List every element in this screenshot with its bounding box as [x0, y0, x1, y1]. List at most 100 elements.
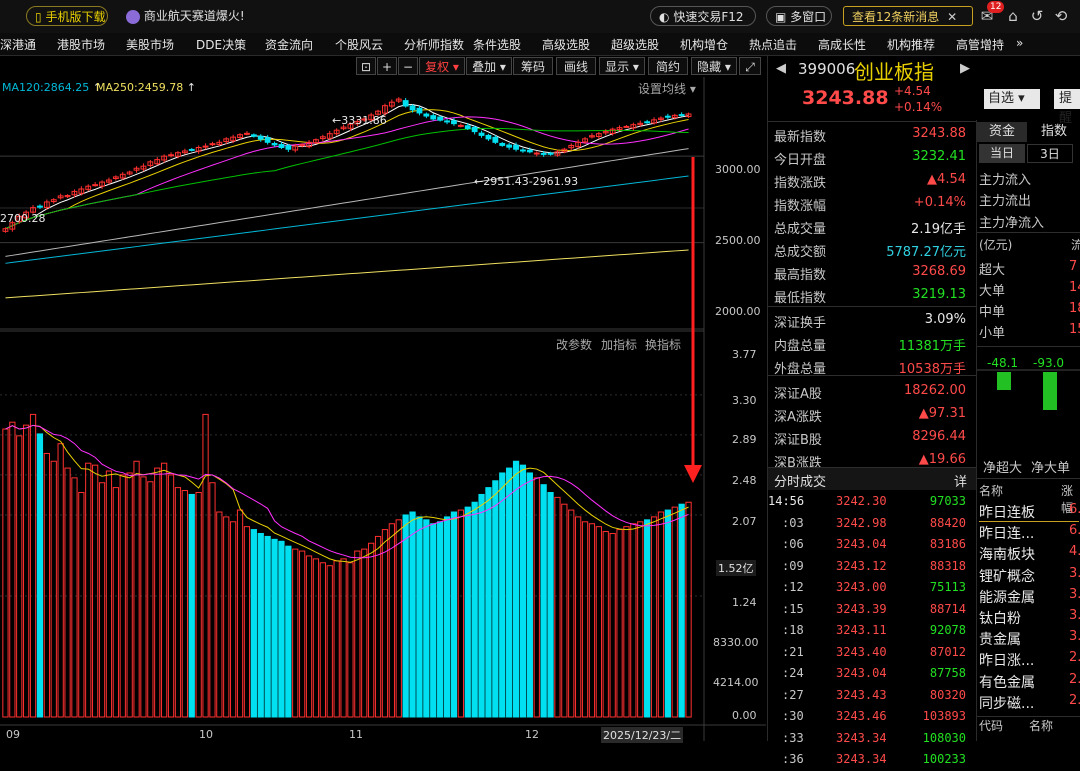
multi-window-button[interactable]: ▣ 多窗口 — [766, 6, 832, 26]
mail-icon[interactable]: ✉ 12 — [978, 1, 1005, 25]
nav-item-2[interactable]: 美股市场 — [126, 36, 174, 53]
next-stock-icon[interactable]: ▶ — [960, 61, 970, 76]
nav-item-4[interactable]: 资金流向 — [265, 36, 313, 53]
nav-item-6[interactable]: 分析师指数 — [404, 36, 464, 53]
tab-3day[interactable]: 3日 — [1027, 144, 1073, 163]
candle-body — [423, 113, 430, 117]
stat-label: 总成交量 — [774, 222, 827, 237]
sector-row[interactable]: 有色金属 2. — [979, 670, 1080, 691]
simple-button[interactable]: 简约 — [648, 57, 688, 75]
tick-row: :30 3243.46 103893 — [768, 706, 972, 728]
volume-bar — [568, 509, 575, 718]
sector-row[interactable]: 昨日连... 6. — [979, 521, 1080, 542]
nav-item-1[interactable]: 港股市场 — [57, 36, 105, 53]
volume-bar — [112, 487, 119, 718]
lock-icon[interactable]: ⊡ — [356, 57, 376, 75]
tick-price: 3243.39 — [836, 601, 887, 616]
tick-price: 3242.98 — [836, 515, 887, 530]
ticks-detail-button[interactable]: 详 — [954, 471, 967, 490]
volume-bar — [437, 521, 444, 718]
nav-item-5[interactable]: 个股风云 — [335, 36, 383, 53]
remind-button[interactable]: 提醒 — [1054, 89, 1080, 126]
volume-bar — [105, 470, 113, 718]
candle-body — [451, 120, 457, 125]
refresh-icon[interactable]: ⟲ — [1052, 7, 1070, 25]
net-super-bar — [997, 372, 1011, 390]
tick-volume: 100233 — [922, 752, 966, 766]
tick-row: :15 3243.39 88714 — [768, 599, 972, 621]
hide-button[interactable]: 隐藏 ▾ — [691, 57, 737, 75]
vol-tick-9: 0.00 — [732, 709, 757, 722]
nav-item-10[interactable]: 机构增仓 — [680, 36, 728, 53]
change-indicator-button[interactable]: 换指标 — [645, 336, 681, 353]
zoom-in-icon[interactable]: + — [377, 57, 397, 75]
sector-row[interactable]: 昨日连板 6. — [979, 500, 1080, 522]
volume-bar — [492, 480, 499, 718]
close-icon[interactable]: ✕ — [947, 10, 957, 24]
volume-bar — [630, 523, 637, 718]
tab-today[interactable]: 当日 — [979, 144, 1025, 163]
ma-settings-button[interactable]: 设置均线 ▾ — [638, 80, 696, 97]
tick-price: 3243.40 — [836, 644, 887, 659]
messages-button[interactable]: 查看12条新消息 ✕ — [843, 6, 973, 26]
tab-fund[interactable]: 资金 — [977, 122, 1027, 142]
flow-size-value: 15 — [1069, 322, 1080, 337]
tab-index[interactable]: 指数 — [1029, 122, 1079, 142]
volume-bar — [195, 491, 202, 718]
tick-price: 3243.00 — [836, 580, 887, 594]
display-button[interactable]: 显示 ▾ — [599, 57, 645, 75]
price-tick-3000: 3000.00 — [715, 163, 761, 176]
fullscreen-icon[interactable]: ⤢ — [739, 57, 761, 75]
sector-row[interactable]: 昨日涨... 2. — [979, 648, 1080, 670]
tick-row: :06 3243.04 83186 — [768, 534, 972, 556]
tick-price: 3243.11 — [836, 623, 887, 637]
nav-item-3[interactable]: DDE决策 — [196, 36, 246, 53]
kline-chart[interactable] — [0, 77, 766, 741]
nav-item-13[interactable]: 机构推荐 — [887, 36, 935, 53]
stat-label: 最低指数 — [774, 291, 827, 306]
volume-bar — [64, 467, 71, 718]
nav-item-0[interactable]: 深港通 — [0, 36, 36, 53]
sector-name: 昨日涨... — [979, 653, 1035, 670]
nav-more-button[interactable]: » — [1016, 36, 1023, 50]
current-price: 3243.88 — [802, 87, 889, 109]
prev-stock-icon[interactable]: ◀ — [776, 61, 786, 76]
volume-param-button[interactable]: 改参数 — [556, 336, 592, 353]
watchlist-button[interactable]: 自选 ▾ — [984, 89, 1040, 109]
sector-row[interactable]: 钛白粉 3. — [979, 606, 1080, 627]
chips-button[interactable]: 筹码 — [513, 57, 553, 75]
volume-bar — [285, 545, 292, 718]
candle-body — [678, 114, 685, 117]
promo-link[interactable]: 商业航天赛道爆火! — [118, 6, 248, 26]
sector-row[interactable]: 能源金属 3. — [979, 585, 1080, 606]
restore-rights-button[interactable]: 复权 ▾ — [419, 57, 465, 75]
draw-line-button[interactable]: 画线 — [556, 57, 596, 75]
nav-item-8[interactable]: 高级选股 — [542, 36, 590, 53]
sector-row[interactable]: 同步磁... 2. — [979, 691, 1080, 712]
zoom-out-icon[interactable]: − — [398, 57, 418, 75]
nav-item-14[interactable]: 高管增持 — [956, 36, 1004, 53]
stat-value: +0.14% — [913, 195, 966, 210]
nav-item-7[interactable]: 条件选股 — [473, 36, 521, 53]
nav-item-11[interactable]: 热点追击 — [749, 36, 797, 53]
stat-row: 内盘总量 11381万手 — [774, 332, 970, 355]
volume-bar — [395, 519, 402, 718]
sector-row[interactable]: 海南板块 4. — [979, 542, 1080, 563]
nav-item-12[interactable]: 高成长性 — [818, 36, 866, 53]
volume-bar — [2, 428, 9, 718]
overlay-button[interactable]: 叠加 ▾ — [466, 57, 512, 75]
top-bar: ▯ 手机版下载 商业航天赛道爆火! ◐ 快速交易F12 ▣ 多窗口 查看12条新… — [0, 0, 1080, 34]
sector-row[interactable]: 锂矿概念 3. — [979, 564, 1080, 585]
volume-bar — [554, 496, 561, 718]
home-icon[interactable]: ⌂ — [1004, 7, 1022, 25]
add-indicator-button[interactable]: 加指标 — [601, 336, 637, 353]
nav-item-9[interactable]: 超级选股 — [611, 36, 659, 53]
sector-change: 2. — [1069, 692, 1080, 708]
sector-row[interactable]: 贵金属 3. — [979, 627, 1080, 648]
net-large-label: 净大单 — [1031, 461, 1071, 476]
mobile-download-button[interactable]: ▯ 手机版下载 — [26, 6, 108, 26]
stat-label: 最新指数 — [774, 130, 827, 145]
quick-trade-button[interactable]: ◐ 快速交易F12 — [650, 6, 756, 26]
volume-bar — [381, 529, 389, 718]
back-icon[interactable]: ↺ — [1028, 7, 1046, 25]
